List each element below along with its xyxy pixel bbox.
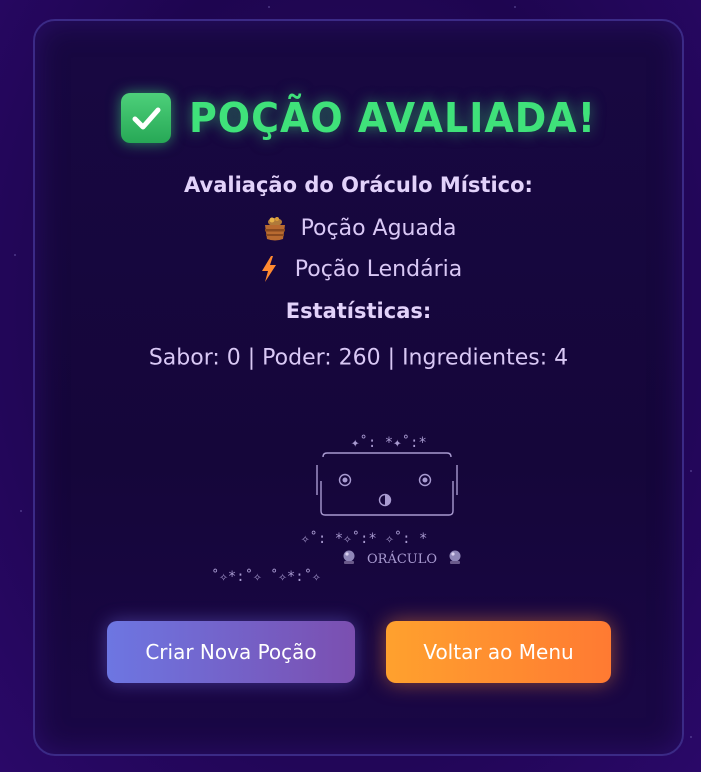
lightning-icon [255,255,283,283]
background-star [690,470,692,472]
result-item-legendary: Poção Lendária [35,255,682,283]
oracle-caption: ORÁCULO [367,551,438,567]
oracle-caption-row: ORÁCULO [341,549,463,569]
page-title: POÇÃO AVALIADA! [188,94,597,142]
oracle-bottom-sparkles: ✧˚: *✧˚:* ✧˚: * [301,531,428,547]
background-star [20,510,22,512]
result-item-watery: Poção Aguada [35,214,682,242]
background-star [514,6,516,8]
stats-heading: Estatísticas: [285,299,432,323]
crystal-ball-icon [341,549,357,569]
checkmark-icon [120,93,171,143]
background-star [14,254,16,256]
result-label: Poção Lendária [294,256,463,282]
background-star [690,736,692,738]
oracle-footer-sparkles: ˚✧*:˚✧ ˚✧*:˚✧ [211,569,321,585]
oracle-evaluation-heading: Avaliação do Oráculo Místico: [184,173,533,197]
create-new-potion-button[interactable]: Criar Nova Poção [107,621,355,683]
oracle-top-sparkles: ✦˚: *✦˚:* [351,435,427,451]
crystal-ball-icon [447,549,463,569]
background-star [268,6,270,8]
back-to-menu-button[interactable]: Voltar ao Menu [386,621,611,683]
title-row: POÇÃO AVALIADA! [35,93,682,143]
oracle-face-frame [316,452,458,516]
result-label: Poção Aguada [300,215,457,241]
pot-icon [261,214,289,242]
stats-line: Sabor: 0 | Poder: 260 | Ingredientes: 4 [148,345,569,371]
